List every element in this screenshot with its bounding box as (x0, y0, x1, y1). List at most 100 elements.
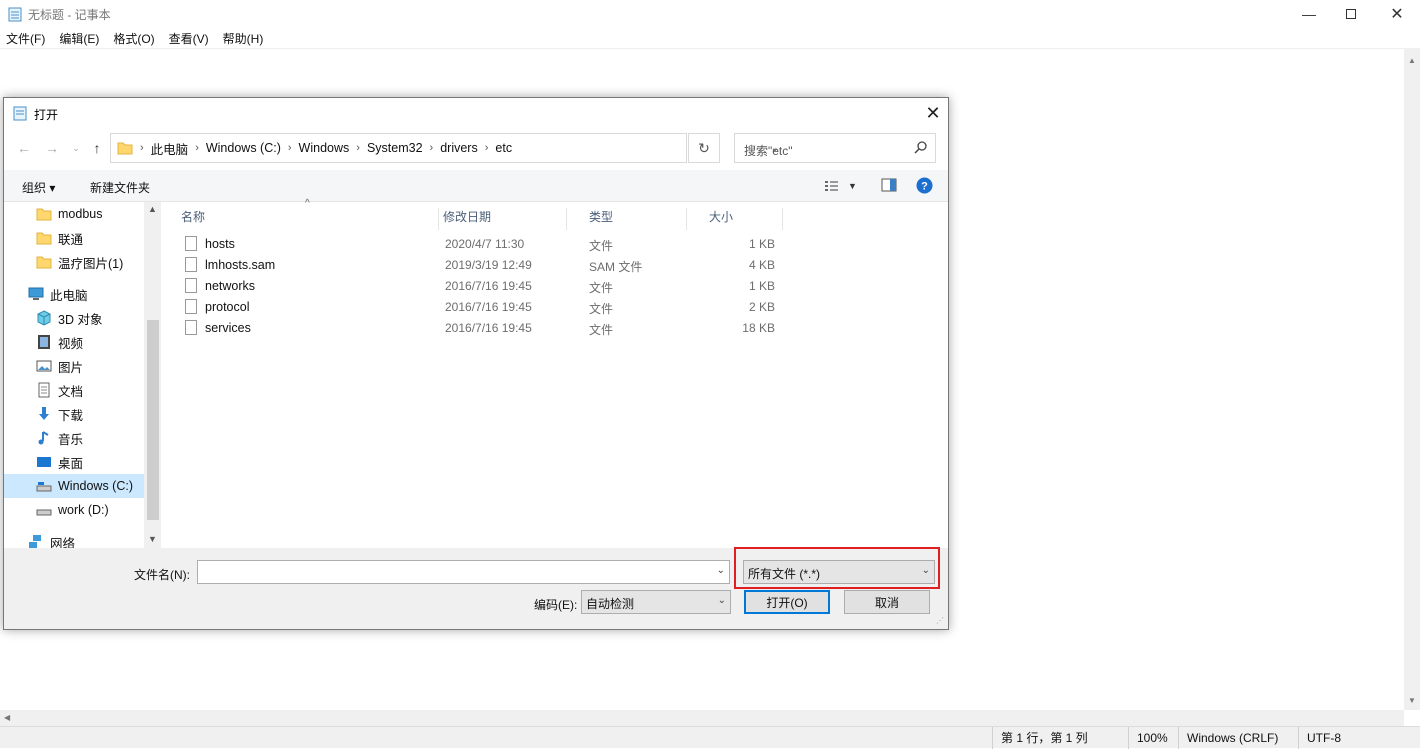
breadcrumb-separator-icon: › (484, 142, 489, 154)
column-header-date[interactable]: 修改日期 (423, 208, 567, 230)
nav-item-pictures[interactable]: 图片 (4, 354, 144, 378)
breadcrumb-drivers[interactable]: drivers (436, 141, 482, 155)
address-bar[interactable]: › 此电脑 › Windows (C:) › Windows › System3… (110, 133, 779, 163)
menu-format[interactable]: 格式(O) (113, 30, 154, 47)
close-icon: ✕ (1390, 6, 1404, 23)
nav-item-music[interactable]: 音乐 (4, 426, 144, 450)
file-icon (185, 257, 197, 272)
scroll-up-icon[interactable]: ▲ (148, 204, 157, 214)
column-header-label: 名称 (181, 210, 206, 224)
filename-input[interactable]: ⌄ (197, 560, 730, 584)
scroll-down-icon[interactable]: ▼ (1408, 696, 1416, 705)
scroll-up-icon[interactable]: ▲ (1408, 56, 1416, 65)
nav-item-desktop[interactable]: 桌面 (4, 450, 144, 474)
nav-item-liantong[interactable]: 联通 (4, 226, 144, 250)
folder-icon (117, 142, 133, 155)
nav-item-documents[interactable]: 文档 (4, 378, 144, 402)
nav-item-label: 网络 (50, 536, 76, 549)
breadcrumb-etc[interactable]: etc (491, 141, 516, 155)
dialog-close-button[interactable]: ✕ (918, 98, 948, 128)
file-size: 18 KB (742, 321, 775, 335)
file-type: 文件 (589, 281, 614, 295)
encoding-dropdown[interactable]: 自动检测 ⌄ (581, 590, 731, 614)
pictures-icon (36, 360, 52, 372)
nav-item-videos[interactable]: 视频 (4, 330, 144, 354)
help-icon[interactable]: ? (916, 177, 933, 194)
notepad-vertical-scrollbar[interactable]: ▲ ▼ (1404, 48, 1420, 710)
folder-icon (36, 256, 52, 269)
resize-grip-icon[interactable]: ⋰ (936, 616, 944, 625)
menu-file[interactable]: 文件(F) (6, 30, 45, 47)
nav-item-label: 温疗图片(1) (58, 256, 124, 271)
file-name: services (205, 321, 251, 335)
nav-item-c-drive[interactable]: Windows (C:) (4, 474, 144, 498)
minimize-button[interactable]: — (1286, 0, 1332, 28)
file-size: 1 KB (748, 279, 775, 293)
file-size: 2 KB (748, 300, 775, 314)
breadcrumb-c-drive[interactable]: Windows (C:) (202, 141, 285, 155)
menu-edit[interactable]: 编辑(E) (59, 30, 99, 47)
file-row[interactable]: protocol 2016/7/16 19:45 文件 2 KB (183, 297, 783, 318)
nav-item-3d-objects[interactable]: 3D 对象 (4, 306, 144, 330)
preview-pane-icon[interactable] (881, 178, 897, 192)
nav-item-label: 视频 (58, 336, 84, 351)
file-icon (185, 299, 197, 314)
menu-help[interactable]: 帮助(H) (223, 30, 264, 47)
nav-item-network[interactable]: 网络 (4, 530, 144, 548)
file-type: 文件 (589, 239, 614, 253)
file-name: protocol (205, 300, 250, 314)
nav-item-this-pc[interactable]: 此电脑 (4, 282, 144, 306)
filename-label: 文件名(N): (134, 568, 190, 582)
open-button[interactable]: 打开(O) (744, 590, 830, 614)
nav-item-label: 文档 (58, 384, 84, 399)
breadcrumb-system32[interactable]: System32 (363, 141, 427, 155)
close-window-button[interactable]: ✕ (1374, 0, 1420, 28)
recent-locations-button[interactable]: ⌄ (66, 138, 86, 158)
forward-button[interactable]: → (42, 138, 62, 158)
menu-view[interactable]: 查看(V) (169, 30, 209, 47)
video-icon (38, 335, 50, 349)
column-header-name[interactable]: 名称 (161, 208, 439, 230)
file-row[interactable]: services 2016/7/16 19:45 文件 18 KB (183, 318, 783, 339)
breadcrumb-separator-icon: › (140, 142, 144, 154)
cancel-button[interactable]: 取消 (844, 590, 930, 614)
nav-item-d-drive[interactable]: work (D:) (4, 498, 144, 522)
new-folder-button[interactable]: 新建文件夹 (90, 179, 150, 196)
refresh-button[interactable]: ↻ (688, 133, 720, 163)
scroll-left-icon[interactable]: ◀ (4, 713, 10, 722)
network-icon (29, 535, 41, 548)
dialog-title: 打开 (34, 108, 59, 122)
file-icon (185, 236, 197, 251)
file-row[interactable]: networks 2016/7/16 19:45 文件 1 KB (183, 276, 783, 297)
scroll-down-icon[interactable]: ▼ (148, 534, 157, 544)
file-row[interactable]: hosts 2020/4/7 11:30 文件 1 KB (183, 234, 783, 255)
file-type-highlight-box (734, 547, 940, 589)
nav-item-pictures-folder[interactable]: 温疗图片(1) (4, 250, 144, 274)
search-box[interactable]: 搜索"etc" (734, 133, 936, 163)
notepad-title-bar: 无标题 - 记事本 — ✕ (0, 0, 1420, 28)
column-header-size[interactable]: 大小 (687, 208, 783, 230)
chevron-down-icon[interactable]: ⌄ (717, 565, 725, 576)
maximize-icon (1346, 9, 1356, 19)
column-header-type[interactable]: 类型 (567, 208, 687, 230)
navigation-pane-scroll-thumb[interactable] (147, 320, 159, 520)
navigation-pane: modbus 联通 温疗图片(1) 此电脑 3D 对象 视频 图片 文档 下载 … (4, 202, 161, 548)
back-button[interactable]: ← (14, 138, 34, 158)
close-icon: ✕ (925, 102, 941, 123)
view-options-button[interactable]: ▼ (824, 178, 864, 194)
drive-icon (36, 482, 52, 492)
breadcrumb-separator-icon: › (287, 142, 292, 154)
nav-item-label: 音乐 (58, 432, 84, 447)
file-row[interactable]: lmhosts.sam 2019/3/19 12:49 SAM 文件 4 KB (183, 255, 783, 276)
notepad-horizontal-scrollbar[interactable]: ◀ (0, 710, 1404, 726)
encoding-label: 编码(E): (534, 598, 578, 612)
nav-item-downloads[interactable]: 下载 (4, 402, 144, 426)
file-date: 2019/3/19 12:49 (445, 258, 532, 272)
breadcrumb-windows[interactable]: Windows (295, 141, 354, 155)
maximize-button[interactable] (1328, 0, 1374, 28)
organize-button[interactable]: 组织 ▾ (22, 179, 55, 196)
up-button[interactable]: ↑ (87, 138, 107, 158)
nav-item-modbus[interactable]: modbus (4, 202, 144, 226)
breadcrumb-this-pc[interactable]: 此电脑 (147, 139, 193, 158)
nav-item-label: 桌面 (58, 456, 84, 471)
